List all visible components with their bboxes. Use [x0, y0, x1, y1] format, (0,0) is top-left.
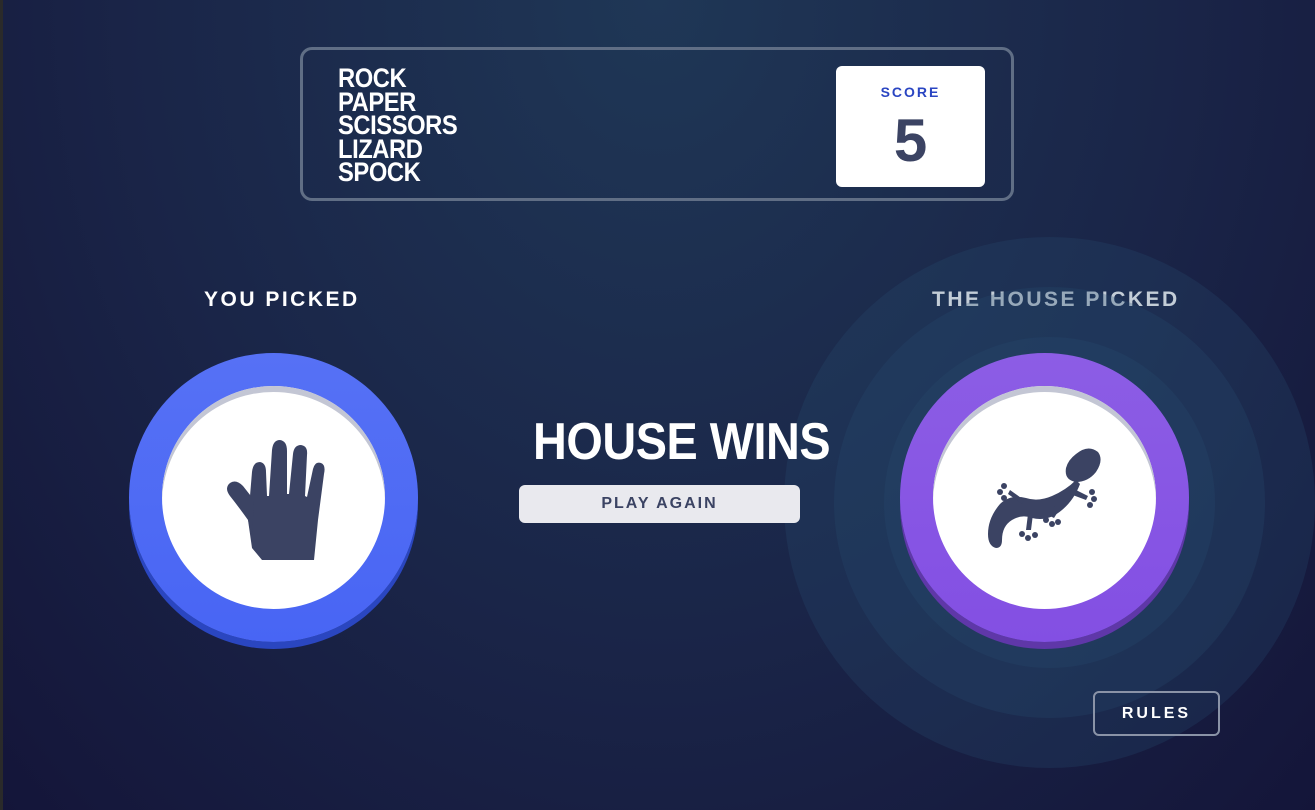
window-edge — [0, 0, 3, 810]
score-header: ROCK PAPER SCISSORS LIZARD SPOCK SCORE 5 — [300, 47, 1014, 201]
score-label: SCORE — [880, 84, 941, 100]
house-choice-token — [900, 353, 1189, 642]
title-line-spock: SPOCK — [338, 157, 421, 187]
player-choice-token — [129, 353, 418, 642]
game-title: ROCK PAPER SCISSORS LIZARD SPOCK — [338, 65, 458, 187]
rules-button[interactable]: RULES — [1093, 691, 1220, 736]
you-picked-label: YOU PICKED — [204, 288, 360, 311]
house-token-face — [933, 386, 1156, 609]
play-again-button[interactable]: PLAY AGAIN — [519, 485, 800, 523]
player-token-face — [162, 386, 385, 609]
score-value: 5 — [893, 107, 928, 174]
lizard-icon — [987, 447, 1101, 548]
paper-hand-icon — [226, 439, 325, 560]
result-text: HOUSE WINS — [533, 413, 831, 471]
score-box: SCORE 5 — [836, 66, 985, 187]
